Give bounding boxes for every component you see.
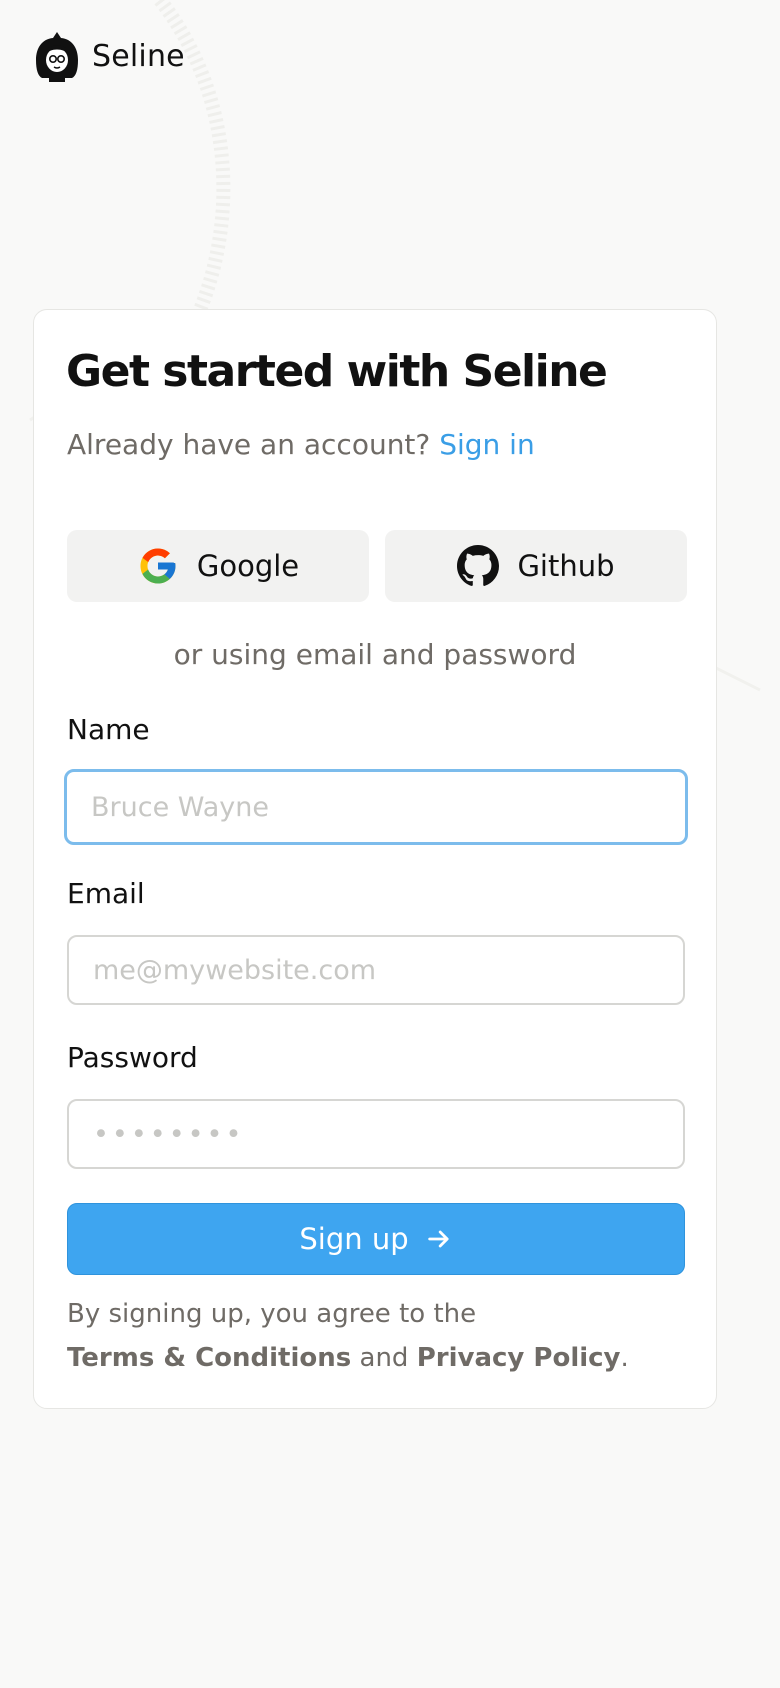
google-signin-button[interactable]: Google [67,530,369,602]
name-input[interactable] [64,769,688,845]
legal-prefix: By signing up, you agree to the [67,1299,477,1329]
terms-link[interactable]: Terms & Conditions [67,1343,351,1373]
signup-button[interactable]: Sign up [67,1203,685,1275]
legal-and: and [359,1343,409,1373]
legal-suffix: . [620,1343,629,1373]
legal-notice: By signing up, you agree to the Terms & … [67,1292,629,1380]
password-input[interactable] [67,1099,685,1169]
signin-prompt: Already have an account? Sign in [67,428,535,461]
email-input[interactable] [67,935,685,1005]
email-label: Email [67,877,145,910]
girl-avatar-logo-icon [36,32,78,82]
password-label: Password [67,1041,198,1074]
brand[interactable]: Seline [32,30,185,82]
github-signin-button[interactable]: Github [385,530,687,602]
signup-button-label: Sign up [299,1222,409,1256]
legal-links-line: Terms & Conditions and Privacy Policy. [67,1336,629,1380]
google-icon [140,548,176,584]
auth-divider-text: or using email and password [173,638,577,671]
signin-prompt-text: Already have an account? [67,428,431,461]
github-icon [457,545,500,586]
arrow-right-icon [427,1230,449,1248]
privacy-link[interactable]: Privacy Policy [417,1343,621,1373]
github-button-label: Github [517,549,615,583]
name-label: Name [67,713,150,746]
page-title: Get started with Seline [66,346,608,397]
signin-link[interactable]: Sign in [439,428,535,461]
signup-card: Get started with Seline Already have an … [33,309,717,1409]
google-button-label: Google [196,549,300,583]
brand-name: Seline [92,38,185,74]
